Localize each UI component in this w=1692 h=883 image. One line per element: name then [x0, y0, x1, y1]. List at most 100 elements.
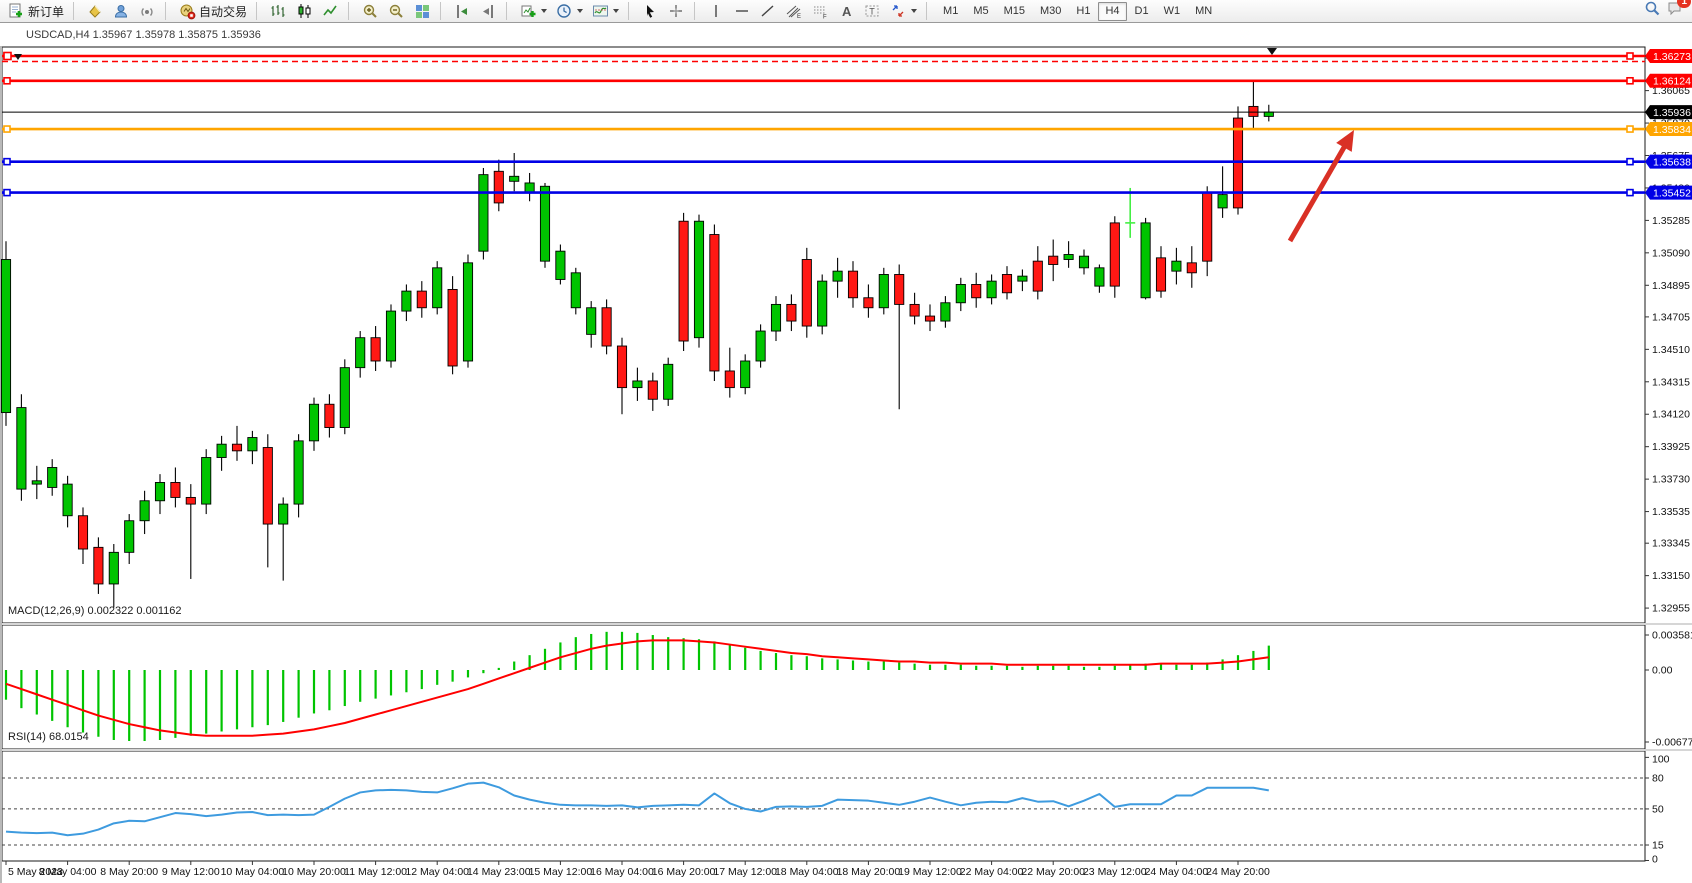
price-tick-label: 1.33345: [1652, 538, 1690, 550]
candle: [402, 284, 411, 321]
toolbar-right-icons: 1: [1644, 0, 1688, 22]
tile-windows-button[interactable]: [410, 1, 435, 21]
candle: [540, 183, 549, 268]
time-tick-label: 9 May 12:00: [162, 866, 220, 878]
price-tick-label: 1.35090: [1652, 247, 1690, 259]
candle: [602, 299, 611, 354]
search-button[interactable]: [1644, 0, 1661, 22]
timeframe-m30-button[interactable]: M30: [1033, 2, 1068, 21]
line-handle[interactable]: [1627, 126, 1633, 132]
timeframe-d1-button[interactable]: D1: [1128, 2, 1156, 21]
channel-icon: E: [786, 3, 803, 20]
period-clock-button[interactable]: [552, 1, 587, 21]
timeframe-h1-button[interactable]: H1: [1069, 2, 1097, 21]
candle: [679, 213, 688, 351]
candle: [109, 544, 118, 607]
line-handle[interactable]: [1627, 53, 1633, 59]
candle: [956, 278, 965, 311]
timeframe-mn-button[interactable]: MN: [1188, 2, 1219, 21]
candlestick-button[interactable]: [292, 1, 317, 21]
autotrade-button[interactable]: 自动交易: [175, 1, 251, 21]
crosshair-button[interactable]: [664, 1, 689, 21]
candle: [910, 293, 919, 325]
rsi-panel: 1008050150: [2, 754, 1670, 866]
candle: [1187, 246, 1196, 288]
price-tick-label: 1.34895: [1652, 280, 1690, 292]
new-order-button[interactable]: 新订单: [4, 1, 68, 21]
indicators-icon: [592, 3, 609, 20]
vertical-line-button[interactable]: [704, 1, 729, 21]
line-handle[interactable]: [4, 126, 10, 132]
line-chart-icon: [322, 3, 339, 20]
trendline-button[interactable]: [756, 1, 781, 21]
candle: [1110, 216, 1119, 298]
chevron-down-icon[interactable]: [541, 9, 547, 13]
svg-text:1.36273: 1.36273: [1653, 51, 1691, 63]
indicators-button[interactable]: [588, 1, 623, 21]
annotation-arrow[interactable]: [1290, 130, 1354, 241]
toolbar-separator: [440, 2, 446, 20]
zoom-in-button[interactable]: [358, 1, 383, 21]
signal-button[interactable]: [135, 1, 160, 21]
timeframe-h4-button[interactable]: H4: [1098, 2, 1126, 21]
line-chart-button[interactable]: [318, 1, 343, 21]
price-tick-label: 1.33730: [1652, 474, 1690, 486]
candle: [694, 215, 703, 348]
text-button[interactable]: A: [834, 1, 859, 21]
toolbar-separator: [165, 2, 171, 20]
timeframe-m5-button[interactable]: M5: [966, 2, 995, 21]
rsi-indicator-label: RSI(14) 68.0154: [8, 731, 89, 743]
cursor-button[interactable]: [638, 1, 663, 21]
candlestick-icon: [296, 3, 313, 20]
candle: [833, 258, 842, 298]
candle: [63, 476, 72, 528]
chevron-down-icon[interactable]: [613, 9, 619, 13]
zoom-out-button[interactable]: [384, 1, 409, 21]
candle: [1203, 186, 1212, 276]
timeframe-m1-button[interactable]: M1: [936, 2, 965, 21]
candle: [741, 354, 750, 394]
line-handle[interactable]: [4, 190, 10, 196]
channel-button[interactable]: E: [782, 1, 807, 21]
text-label-button[interactable]: T: [860, 1, 885, 21]
timeframe-w1-button[interactable]: W1: [1157, 2, 1188, 21]
time-tick-label: 12 May 04:00: [405, 866, 469, 878]
line-handle[interactable]: [1627, 159, 1633, 165]
arrows-button[interactable]: [886, 1, 921, 21]
time-tick-label: 19 May 12:00: [898, 866, 962, 878]
chat-button[interactable]: 1: [1667, 0, 1684, 22]
chart-shift-button[interactable]: [450, 1, 475, 21]
candle: [78, 507, 87, 564]
auto-scroll-button[interactable]: [476, 1, 501, 21]
line-handle[interactable]: [4, 159, 10, 165]
zoom-in-icon: [362, 3, 379, 20]
arrows-icon: [890, 3, 907, 20]
bucket-button[interactable]: [83, 1, 108, 21]
candle: [756, 324, 765, 367]
time-axis[interactable]: 5 May 20238 May 04:008 May 20:009 May 12…: [6, 861, 1270, 878]
macd-indicator-label: MACD(12,26,9) 0.002322 0.001162: [8, 605, 181, 617]
bar-chart-icon: [270, 3, 287, 20]
svg-text:1.35452: 1.35452: [1653, 187, 1691, 199]
line-handle[interactable]: [1627, 190, 1633, 196]
horizontal-line-button[interactable]: [730, 1, 755, 21]
rsi-axis-label: 15: [1652, 840, 1664, 852]
chevron-down-icon[interactable]: [911, 9, 917, 13]
candle: [356, 331, 365, 378]
bar-chart-button[interactable]: [266, 1, 291, 21]
line-handle[interactable]: [1627, 78, 1633, 84]
svg-text:1.35834: 1.35834: [1653, 124, 1691, 136]
toolbar-button-label: 新订单: [28, 3, 64, 20]
timeframe-m15-button[interactable]: M15: [997, 2, 1032, 21]
new-chart-button[interactable]: [516, 1, 551, 21]
candle: [294, 434, 303, 517]
candle: [1264, 105, 1273, 122]
candle: [617, 338, 626, 415]
macd-axis-label: -0.006775: [1652, 737, 1692, 749]
price-line-label: 1.35638: [1645, 155, 1692, 169]
line-handle[interactable]: [4, 78, 10, 84]
profile-button[interactable]: [109, 1, 134, 21]
fibonacci-button[interactable]: F: [808, 1, 833, 21]
chevron-down-icon[interactable]: [577, 9, 583, 13]
candle: [371, 326, 380, 371]
